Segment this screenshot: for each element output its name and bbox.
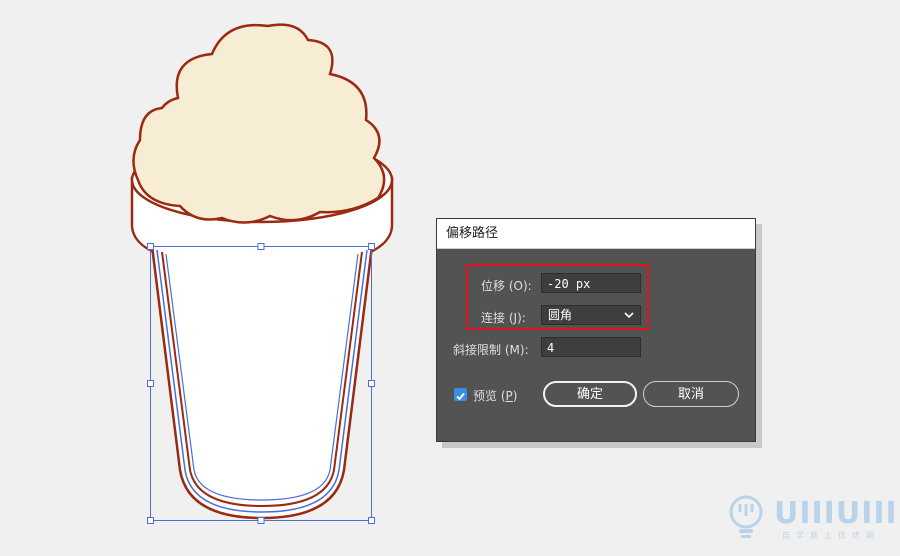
handle-top-left [147, 243, 154, 250]
chevron-down-icon [624, 312, 634, 319]
offset-path-dialog: 偏移路径 位移 (O): -20 px 连接 (J): 圆角 斜接限制 (M):… [436, 218, 756, 442]
preview-checkbox[interactable] [454, 388, 467, 401]
handle-middle-right [368, 380, 375, 387]
cancel-button[interactable]: 取消 [643, 381, 739, 407]
checkmark-icon [456, 392, 465, 401]
handle-top-right [368, 243, 375, 250]
offset-input[interactable]: -20 px [541, 273, 641, 293]
ok-button[interactable]: 确定 [543, 381, 637, 407]
cup-glass [150, 245, 374, 520]
handle-bottom-center [257, 517, 265, 524]
joins-select[interactable]: 圆角 [541, 305, 641, 325]
offset-label: 位移 (O): [481, 279, 532, 293]
watermark-subtitle: 自学就上优优网 [782, 531, 880, 540]
joins-select-value: 圆角 [548, 308, 573, 322]
dialog-title[interactable]: 偏移路径 [437, 219, 755, 249]
watermark: UIIIUIII 自学就上优优网 [728, 494, 897, 544]
joins-label: 连接 (J): [481, 311, 526, 325]
handle-bottom-left [147, 517, 154, 524]
cream-cloud [132, 23, 386, 224]
lightbulb-logo-icon [729, 495, 763, 538]
watermark-text: UIIIUIII [774, 496, 898, 531]
handle-top-center [257, 243, 265, 250]
preview-label: 预览 (P) [473, 389, 518, 403]
handle-bottom-right [368, 517, 375, 524]
handle-middle-left [147, 380, 154, 387]
miter-limit-input[interactable]: 4 [541, 337, 641, 357]
miter-limit-label: 斜接限制 (M): [453, 343, 529, 357]
